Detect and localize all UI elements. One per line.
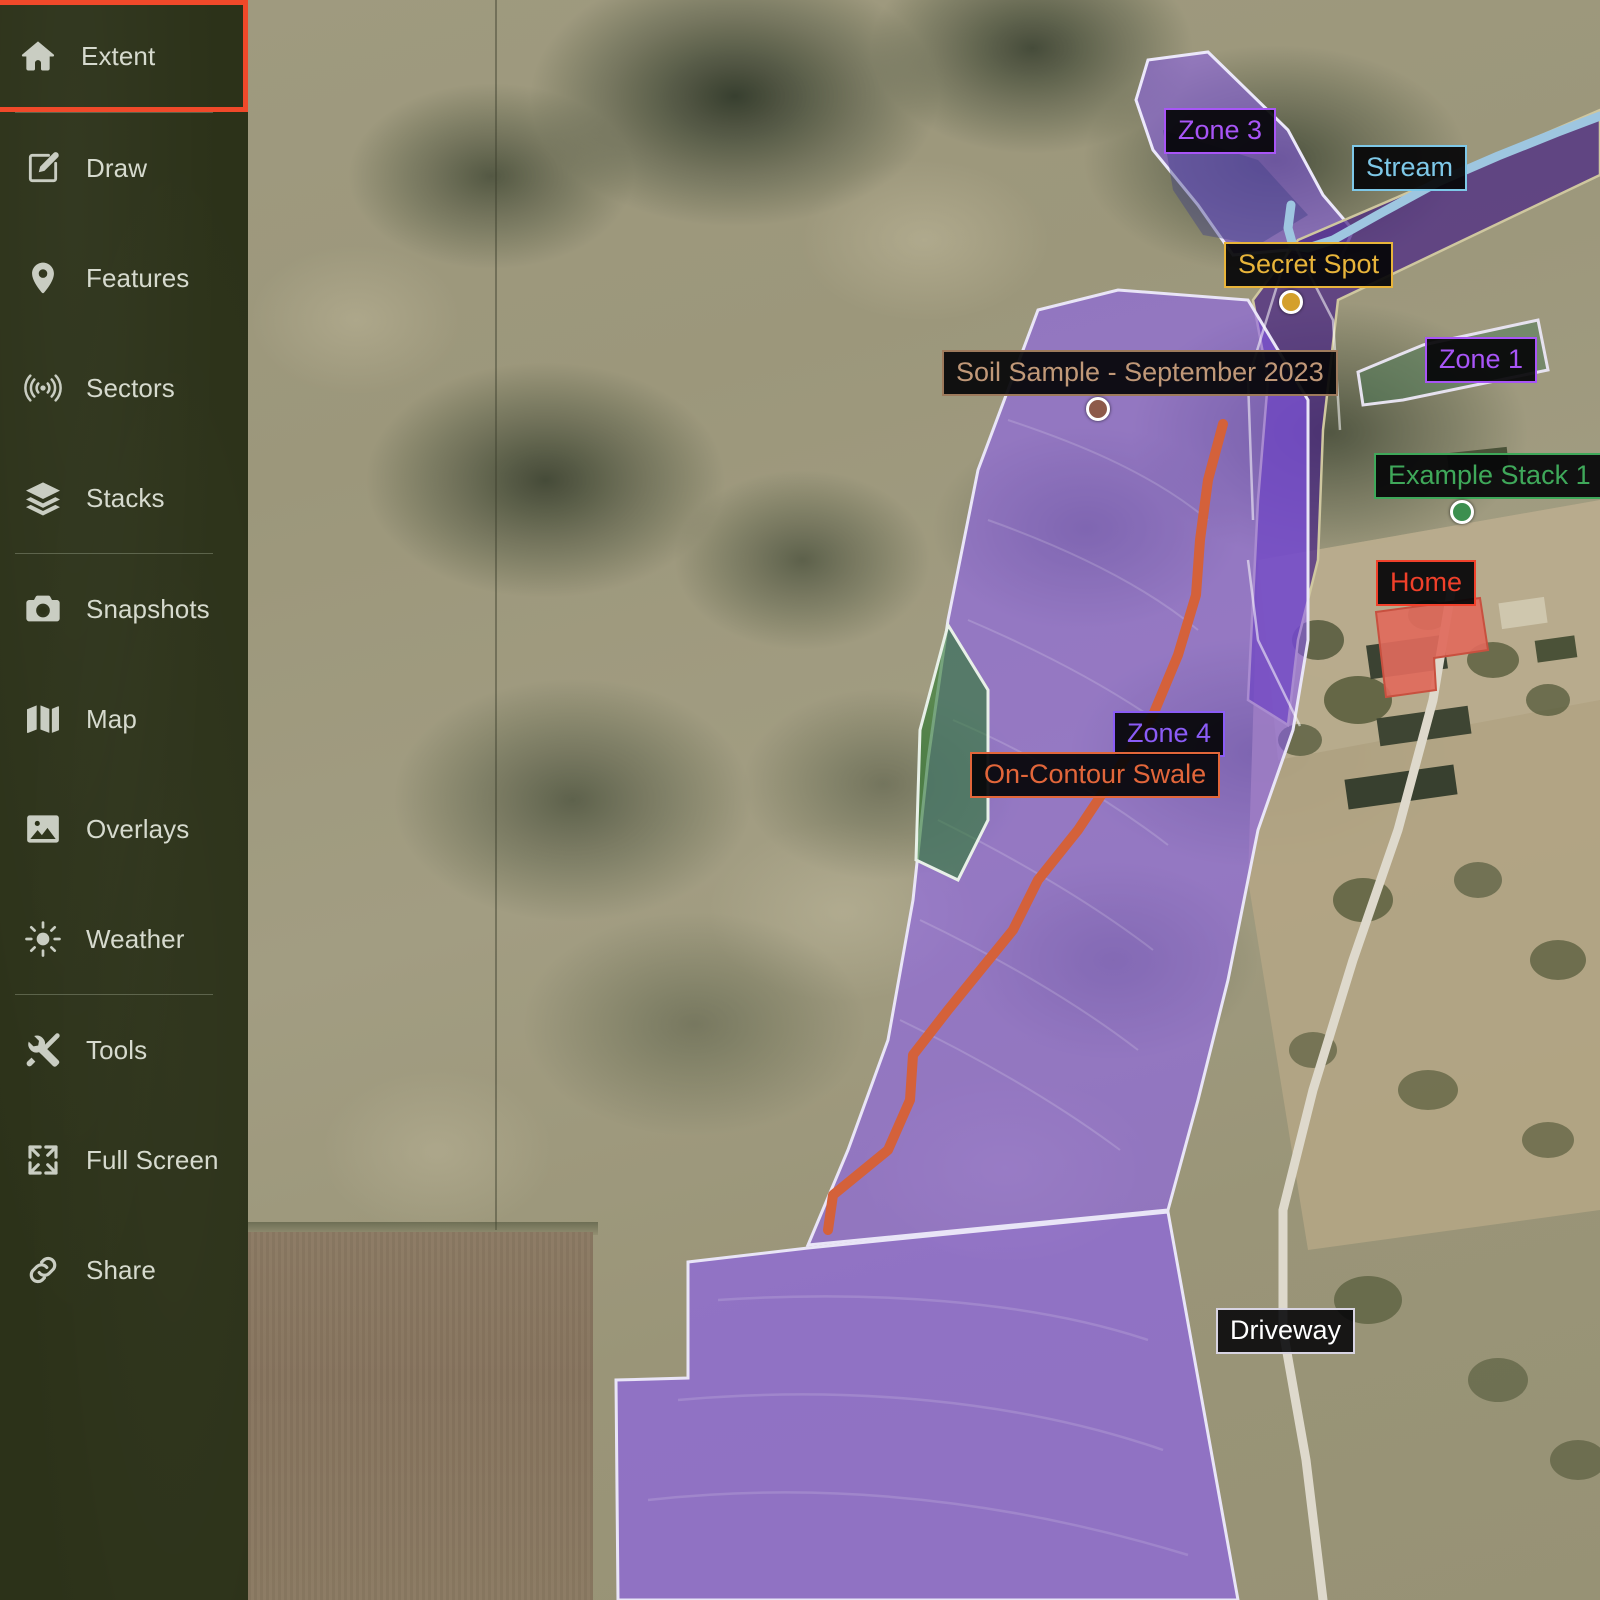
map-label-on-contour-swale[interactable]: On-Contour Swale bbox=[970, 752, 1221, 799]
sidebar-item-draw[interactable]: Draw bbox=[0, 113, 248, 223]
sidebar-item-extent[interactable]: Extent bbox=[0, 0, 248, 112]
sidebar-item-label: Overlays bbox=[86, 813, 190, 844]
tools-icon bbox=[18, 1025, 68, 1075]
map-label-example-stack-1[interactable]: Example Stack 1 bbox=[1374, 453, 1600, 500]
map-label-zone-3[interactable]: Zone 3 bbox=[1164, 108, 1277, 155]
map-label-secret-spot[interactable]: Secret Spot bbox=[1224, 242, 1394, 289]
sidebar-item-label: Map bbox=[86, 703, 137, 734]
sidebar-item-map[interactable]: Map bbox=[0, 664, 248, 774]
home-icon bbox=[13, 31, 63, 81]
map-application: Extent Draw Features Sectors Stacks Snap… bbox=[0, 0, 1600, 1600]
map-label-home[interactable]: Home bbox=[1376, 560, 1477, 607]
map-label-soil-sample[interactable]: Soil Sample - September 2023 bbox=[942, 350, 1338, 397]
sidebar-item-snapshots[interactable]: Snapshots bbox=[0, 554, 248, 664]
map-label-zone-4[interactable]: Zone 4 bbox=[1113, 711, 1226, 758]
map-marker-soil-sample[interactable] bbox=[1086, 397, 1110, 421]
sidebar-item-label: Weather bbox=[86, 923, 185, 954]
map-label-zone-1[interactable]: Zone 1 bbox=[1425, 337, 1538, 384]
sidebar-item-label: Features bbox=[86, 262, 190, 293]
sidebar-item-label: Stacks bbox=[86, 482, 165, 513]
sidebar-item-label: Draw bbox=[86, 152, 148, 183]
sidebar-item-label: Sectors bbox=[86, 372, 175, 403]
sun-icon bbox=[18, 914, 68, 964]
sidebar-item-label: Snapshots bbox=[86, 593, 210, 624]
map-marker-example-stack-1[interactable] bbox=[1450, 500, 1474, 524]
link-icon bbox=[18, 1245, 68, 1295]
map-vector-overlay bbox=[614, 50, 1600, 1600]
camera-icon bbox=[18, 584, 68, 634]
sidebar-item-overlays[interactable]: Overlays bbox=[0, 774, 248, 884]
sidebar-item-label: Full Screen bbox=[86, 1144, 219, 1175]
expand-icon bbox=[18, 1135, 68, 1185]
map-marker-secret-spot[interactable] bbox=[1279, 290, 1303, 314]
sidebar-item-weather[interactable]: Weather bbox=[0, 884, 248, 994]
sidebar-item-label: Share bbox=[86, 1254, 156, 1285]
map-label-stream[interactable]: Stream bbox=[1352, 145, 1468, 192]
broadcast-icon bbox=[18, 363, 68, 413]
sidebar-item-share[interactable]: Share bbox=[0, 1215, 248, 1325]
layers-icon bbox=[18, 473, 68, 523]
map-label-driveway[interactable]: Driveway bbox=[1216, 1308, 1356, 1355]
sidebar-navigation: Extent Draw Features Sectors Stacks Snap… bbox=[0, 0, 248, 1600]
sidebar-item-sectors[interactable]: Sectors bbox=[0, 333, 248, 443]
sidebar-item-full-screen[interactable]: Full Screen bbox=[0, 1105, 248, 1215]
sidebar-item-label: Extent bbox=[81, 40, 156, 71]
sidebar-item-tools[interactable]: Tools bbox=[0, 995, 248, 1105]
sidebar-item-stacks[interactable]: Stacks bbox=[0, 443, 248, 553]
map-pin-icon bbox=[18, 253, 68, 303]
satellite-map-canvas[interactable]: Zone 3 Stream Secret Spot Soil Sample - … bbox=[248, 0, 1600, 1600]
sidebar-item-label: Tools bbox=[86, 1034, 148, 1065]
folded-map-icon bbox=[18, 694, 68, 744]
sidebar-item-features[interactable]: Features bbox=[0, 223, 248, 333]
pencil-square-icon bbox=[18, 143, 68, 193]
image-icon bbox=[18, 804, 68, 854]
